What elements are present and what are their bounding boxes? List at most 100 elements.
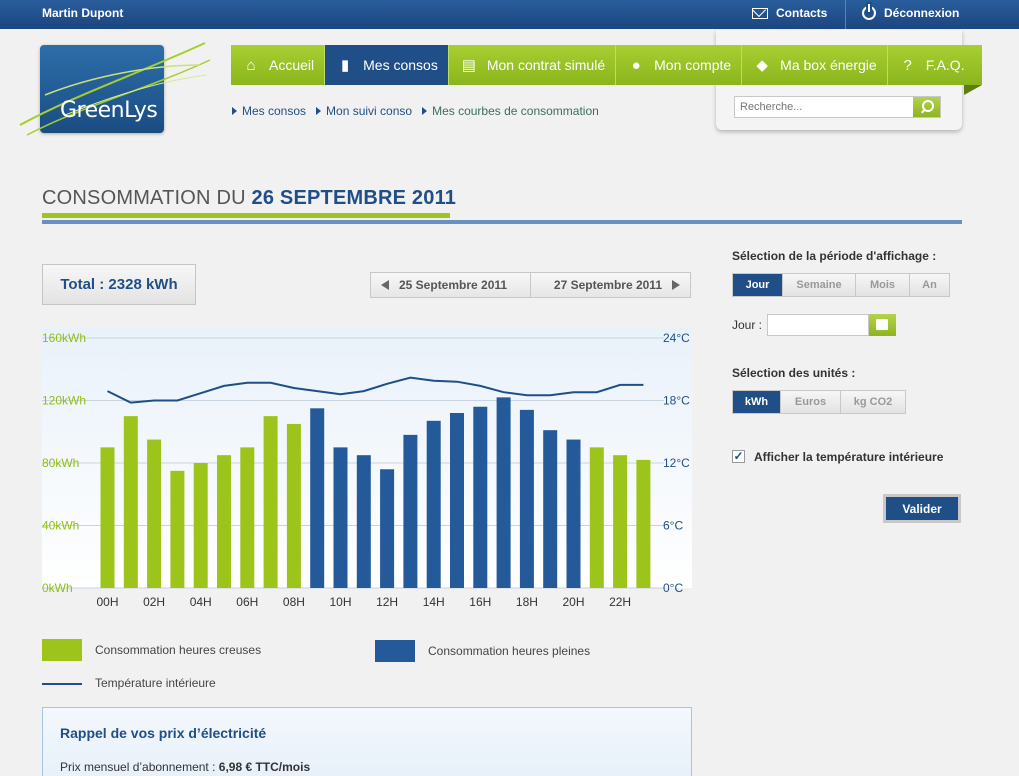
prices-heading: Rappel de vos prix d’électricité bbox=[60, 725, 267, 741]
search-input[interactable] bbox=[735, 97, 913, 117]
breadcrumb-item[interactable]: Mon suivi conso bbox=[316, 104, 412, 118]
arrow-right-icon bbox=[672, 280, 680, 290]
bar-00h bbox=[100, 447, 115, 588]
nav-item-label: Accueil bbox=[269, 57, 315, 73]
page-title: CONSOMMATION DU 26 SEPTEMBRE 2011 bbox=[42, 187, 456, 210]
bar-10h bbox=[333, 447, 348, 588]
nav-item-3[interactable]: ● Mon compte bbox=[616, 45, 743, 85]
bar-16h bbox=[473, 406, 488, 588]
submit-button[interactable]: Valider bbox=[883, 494, 961, 523]
next-day-label: 27 Septembre 2011 bbox=[553, 278, 662, 292]
document-icon: ▤ bbox=[461, 57, 476, 74]
breadcrumb-item[interactable]: Mes consos bbox=[232, 104, 306, 118]
bar-08h bbox=[286, 423, 301, 588]
nav-item-label: Mon contrat simulé bbox=[486, 57, 606, 73]
main-nav: ⌂ Accueil ▮ Mes consos ▤ Mon contrat simulé ● M… bbox=[231, 45, 982, 95]
period-option-mois[interactable]: Mois bbox=[856, 274, 910, 296]
bar-02h bbox=[147, 439, 162, 588]
period-option-jour[interactable]: Jour bbox=[733, 274, 783, 296]
y-left-tick-label: 80kWh bbox=[42, 456, 79, 470]
bar-chart-icon: ▮ bbox=[341, 57, 350, 74]
nav-item-4[interactable]: ◆ Ma box énergie bbox=[742, 45, 888, 85]
search-box bbox=[734, 96, 941, 118]
logout-link[interactable]: Déconnexion bbox=[862, 4, 960, 20]
calendar-icon[interactable] bbox=[869, 314, 896, 336]
period-option-an[interactable]: An bbox=[910, 274, 949, 296]
subscription-price: Prix mensuel d’abonnement : 6,98 € TTC/m… bbox=[60, 760, 310, 774]
search-button[interactable] bbox=[913, 97, 940, 117]
logout-label: Déconnexion bbox=[884, 6, 960, 20]
envelope-icon bbox=[752, 7, 768, 19]
nav-item-2[interactable]: ▤ Mon contrat simulé bbox=[449, 45, 617, 85]
unit-option-kwh[interactable]: kWh bbox=[733, 391, 781, 413]
period-label: Sélection de la période d'affichage : bbox=[732, 249, 937, 263]
breadcrumb: Mes consos Mon suivi conso Mes courbes de … bbox=[232, 104, 599, 118]
show-temperature-checkbox[interactable]: ✓ bbox=[732, 450, 745, 463]
y-left-tick-label: 120kWh bbox=[42, 394, 86, 408]
subscription-label: Prix mensuel d’abonnement : bbox=[60, 760, 219, 774]
nav-item-0[interactable]: ⌂ Accueil bbox=[231, 45, 326, 85]
power-icon bbox=[862, 4, 876, 20]
previous-day-label: 25 Septembre 2011 bbox=[399, 278, 508, 292]
y-right-tick-label: 24°C bbox=[663, 331, 690, 345]
y-right-tick-label: 6°C bbox=[663, 519, 683, 533]
arrow-left-icon bbox=[381, 280, 389, 290]
unit-option-kg-co2[interactable]: kg CO2 bbox=[841, 391, 905, 413]
x-tick-label: 08H bbox=[283, 595, 305, 609]
greenlys-logo[interactable]: GreenLys bbox=[19, 42, 211, 136]
show-temperature-label: Afficher la température intérieure bbox=[754, 450, 944, 464]
x-tick-label: 12H bbox=[376, 595, 398, 609]
y-left-tick-label: 40kWh bbox=[42, 519, 79, 533]
bar-12h bbox=[380, 469, 395, 588]
y-left-tick-label: 160kWh bbox=[42, 331, 86, 345]
legend-label-temperature: Température intérieure bbox=[95, 676, 216, 690]
consumption-chart: 0kWh 40kWh 80kWh 120kWh 160kWh 0°C 6°C 12°C 18°C… bbox=[42, 327, 692, 609]
x-tick-label: 02H bbox=[143, 595, 165, 609]
logo-swoosh-icon bbox=[19, 42, 211, 136]
y-right-tick-label: 0°C bbox=[663, 581, 683, 595]
bar-23h bbox=[636, 459, 651, 588]
bar-11h bbox=[356, 455, 371, 588]
bar-20h bbox=[566, 439, 581, 588]
x-tick-label: 14H bbox=[423, 595, 445, 609]
top-bar: Martin Dupont Contacts Déconnexion bbox=[0, 0, 1019, 29]
period-option-semaine[interactable]: Semaine bbox=[783, 274, 856, 296]
nav-item-label: Ma box énergie bbox=[780, 57, 877, 73]
breadcrumb-item[interactable]: Mes courbes de consommation bbox=[422, 104, 599, 118]
question-icon: ? bbox=[903, 56, 912, 74]
next-day-button[interactable]: 27 Septembre 2011 bbox=[531, 273, 691, 297]
logo-text: GreenLys bbox=[60, 98, 158, 123]
legend-line-temperature bbox=[42, 683, 82, 685]
legend-swatch-peak bbox=[375, 640, 415, 662]
contacts-link[interactable]: Contacts bbox=[752, 6, 827, 20]
x-tick-label: 22H bbox=[609, 595, 631, 609]
y-right-tick-label: 12°C bbox=[663, 456, 690, 470]
title-underline bbox=[42, 213, 450, 218]
previous-day-button[interactable]: 25 Septembre 2011 bbox=[371, 273, 531, 297]
day-label: Jour : bbox=[732, 318, 763, 332]
bar-19h bbox=[543, 430, 558, 588]
y-left-tick-label: 0kWh bbox=[42, 581, 73, 595]
legend-swatch-off-peak bbox=[42, 639, 82, 661]
bar-13h bbox=[403, 434, 418, 588]
day-input[interactable] bbox=[767, 314, 869, 336]
bar-09h bbox=[310, 408, 325, 588]
date-navigator: 25 Septembre 2011 27 Septembre 2011 bbox=[370, 272, 691, 298]
bar-05h bbox=[217, 455, 231, 588]
period-selector: Jour Semaine Mois An bbox=[732, 273, 950, 297]
contacts-label: Contacts bbox=[776, 6, 828, 20]
x-tick-label: 20H bbox=[562, 595, 584, 609]
user-icon: ● bbox=[631, 56, 641, 74]
nav-item-label: Mon compte bbox=[654, 57, 732, 73]
box-icon: ◆ bbox=[756, 57, 768, 74]
bar-18h bbox=[519, 409, 534, 588]
x-tick-label: 00H bbox=[96, 595, 118, 609]
unit-option-euros[interactable]: Euros bbox=[781, 391, 841, 413]
title-rule bbox=[42, 220, 962, 224]
home-icon: ⌂ bbox=[246, 56, 256, 74]
y-right-tick-label: 18°C bbox=[663, 394, 690, 408]
nav-item-1[interactable]: ▮ Mes consos bbox=[325, 45, 449, 85]
nav-item-5[interactable]: ? F.A.Q. bbox=[888, 45, 975, 85]
page-title-date: 26 SEPTEMBRE 2011 bbox=[251, 187, 457, 209]
subscription-value: 6,98 € TTC/mois bbox=[218, 760, 311, 774]
